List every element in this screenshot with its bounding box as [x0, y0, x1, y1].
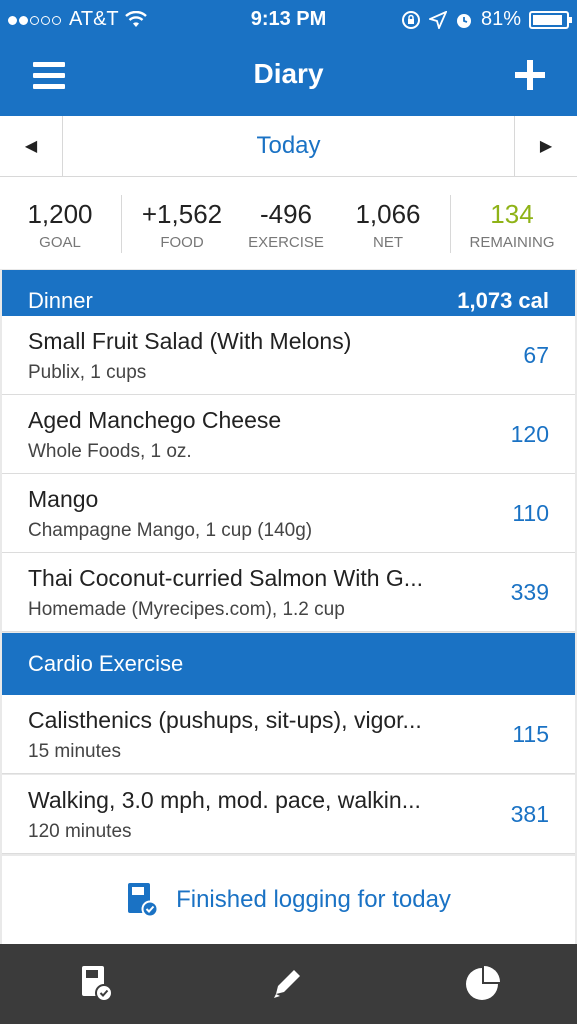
battery-percent: 81% [480, 8, 521, 30]
tab-bar [0, 944, 577, 1024]
remaining-label: REMAINING [469, 234, 555, 251]
pencil-icon[interactable] [268, 964, 308, 1004]
net-label: NET [373, 234, 403, 251]
food-summary: +1,562 FOOD [134, 199, 230, 251]
goal-summary: 1,200 GOAL [20, 199, 100, 251]
food-entry-row[interactable]: Thai Coconut-curried Salmon With G... Ho… [2, 553, 575, 632]
food-entry-calories: 110 [512, 500, 549, 526]
food-entry-row[interactable]: Mango Champagne Mango, 1 cup (140g) 110 [2, 474, 575, 553]
food-entry-calories: 120 [510, 421, 549, 447]
exercise-summary: -496 EXERCISE [244, 199, 328, 251]
triangle-right-icon: ▶ [539, 138, 553, 155]
exercise-entry-calories: 381 [510, 801, 549, 827]
exercise-entry-row[interactable]: Walking, 3.0 mph, mod. pace, walkin... 1… [2, 775, 575, 854]
net-summary: 1,066 NET [346, 199, 430, 251]
cardio-section-header[interactable]: Cardio Exercise [2, 633, 575, 695]
summary-divider [450, 195, 451, 253]
remaining-summary: 134 REMAINING [462, 199, 562, 251]
calorie-summary: 1,200 GOAL +1,562 FOOD -496 EXERCISE 1,0… [0, 177, 577, 269]
diary-tab-icon[interactable] [78, 964, 118, 1004]
status-bar: AT&T 9:13 PM 81% [0, 0, 577, 38]
notebook-check-icon [128, 883, 159, 918]
battery-icon [529, 10, 572, 29]
finished-logging-label: Finished logging for today [176, 886, 451, 913]
goal-label: GOAL [39, 234, 81, 251]
remaining-value: 134 [490, 199, 534, 229]
date-selector: ◀ Today ▶ [0, 116, 577, 177]
exercise-entry-row[interactable]: Calisthenics (pushups, sit-ups), vigor..… [2, 695, 575, 774]
goal-value: 1,200 [27, 199, 93, 229]
food-entry-detail: Whole Foods, 1 oz. [28, 441, 192, 462]
exercise-entry-name: Calisthenics (pushups, sit-ups), vigor..… [28, 707, 422, 733]
current-date[interactable]: Today [62, 116, 515, 176]
food-entry-calories: 67 [523, 342, 549, 368]
rotation-lock-icon [401, 10, 420, 29]
next-day-button[interactable]: ▶ [514, 116, 577, 176]
exercise-label: EXERCISE [248, 234, 324, 251]
alarm-icon [456, 13, 471, 28]
food-entry-detail: Homemade (Myrecipes.com), 1.2 cup [28, 599, 345, 620]
status-right: 81% [401, 8, 572, 31]
summary-divider [121, 195, 122, 253]
page-title: Diary [253, 58, 324, 89]
food-entry-detail: Publix, 1 cups [28, 362, 147, 383]
food-label: FOOD [160, 234, 204, 251]
exercise-value: -496 [259, 199, 313, 229]
net-value: 1,066 [355, 199, 421, 229]
food-entry-name: Mango [28, 486, 99, 512]
triangle-left-icon: ◀ [24, 138, 38, 155]
food-entry-name: Thai Coconut-curried Salmon With G... [28, 565, 423, 591]
nav-bar: Diary [0, 38, 577, 116]
food-entry-row[interactable]: Small Fruit Salad (With Melons) Publix, … [2, 316, 575, 395]
food-entry-row[interactable]: Aged Manchego Cheese Whole Foods, 1 oz. … [2, 395, 575, 474]
food-entry-name: Aged Manchego Cheese [28, 407, 282, 433]
previous-day-button[interactable]: ◀ [0, 116, 63, 176]
exercise-entry-detail: 120 minutes [28, 821, 132, 842]
food-value: +1,562 [141, 199, 223, 229]
exercise-entry-calories: 115 [512, 721, 549, 747]
food-entry-detail: Champagne Mango, 1 cup (140g) [28, 520, 313, 541]
location-icon [428, 10, 447, 29]
pie-chart-icon[interactable] [462, 964, 502, 1004]
finished-logging-button[interactable]: Finished logging for today [2, 856, 575, 944]
exercise-entry-name: Walking, 3.0 mph, mod. pace, walkin... [28, 787, 421, 813]
dinner-section-calories: 1,073 cal [457, 288, 549, 313]
dinner-section-title: Dinner [28, 288, 93, 313]
food-entry-calories: 339 [510, 579, 549, 605]
cardio-section-title: Cardio Exercise [28, 651, 184, 676]
exercise-entry-detail: 15 minutes [28, 741, 121, 762]
plus-icon[interactable] [515, 60, 545, 90]
food-entry-name: Small Fruit Salad (With Melons) [28, 328, 352, 354]
